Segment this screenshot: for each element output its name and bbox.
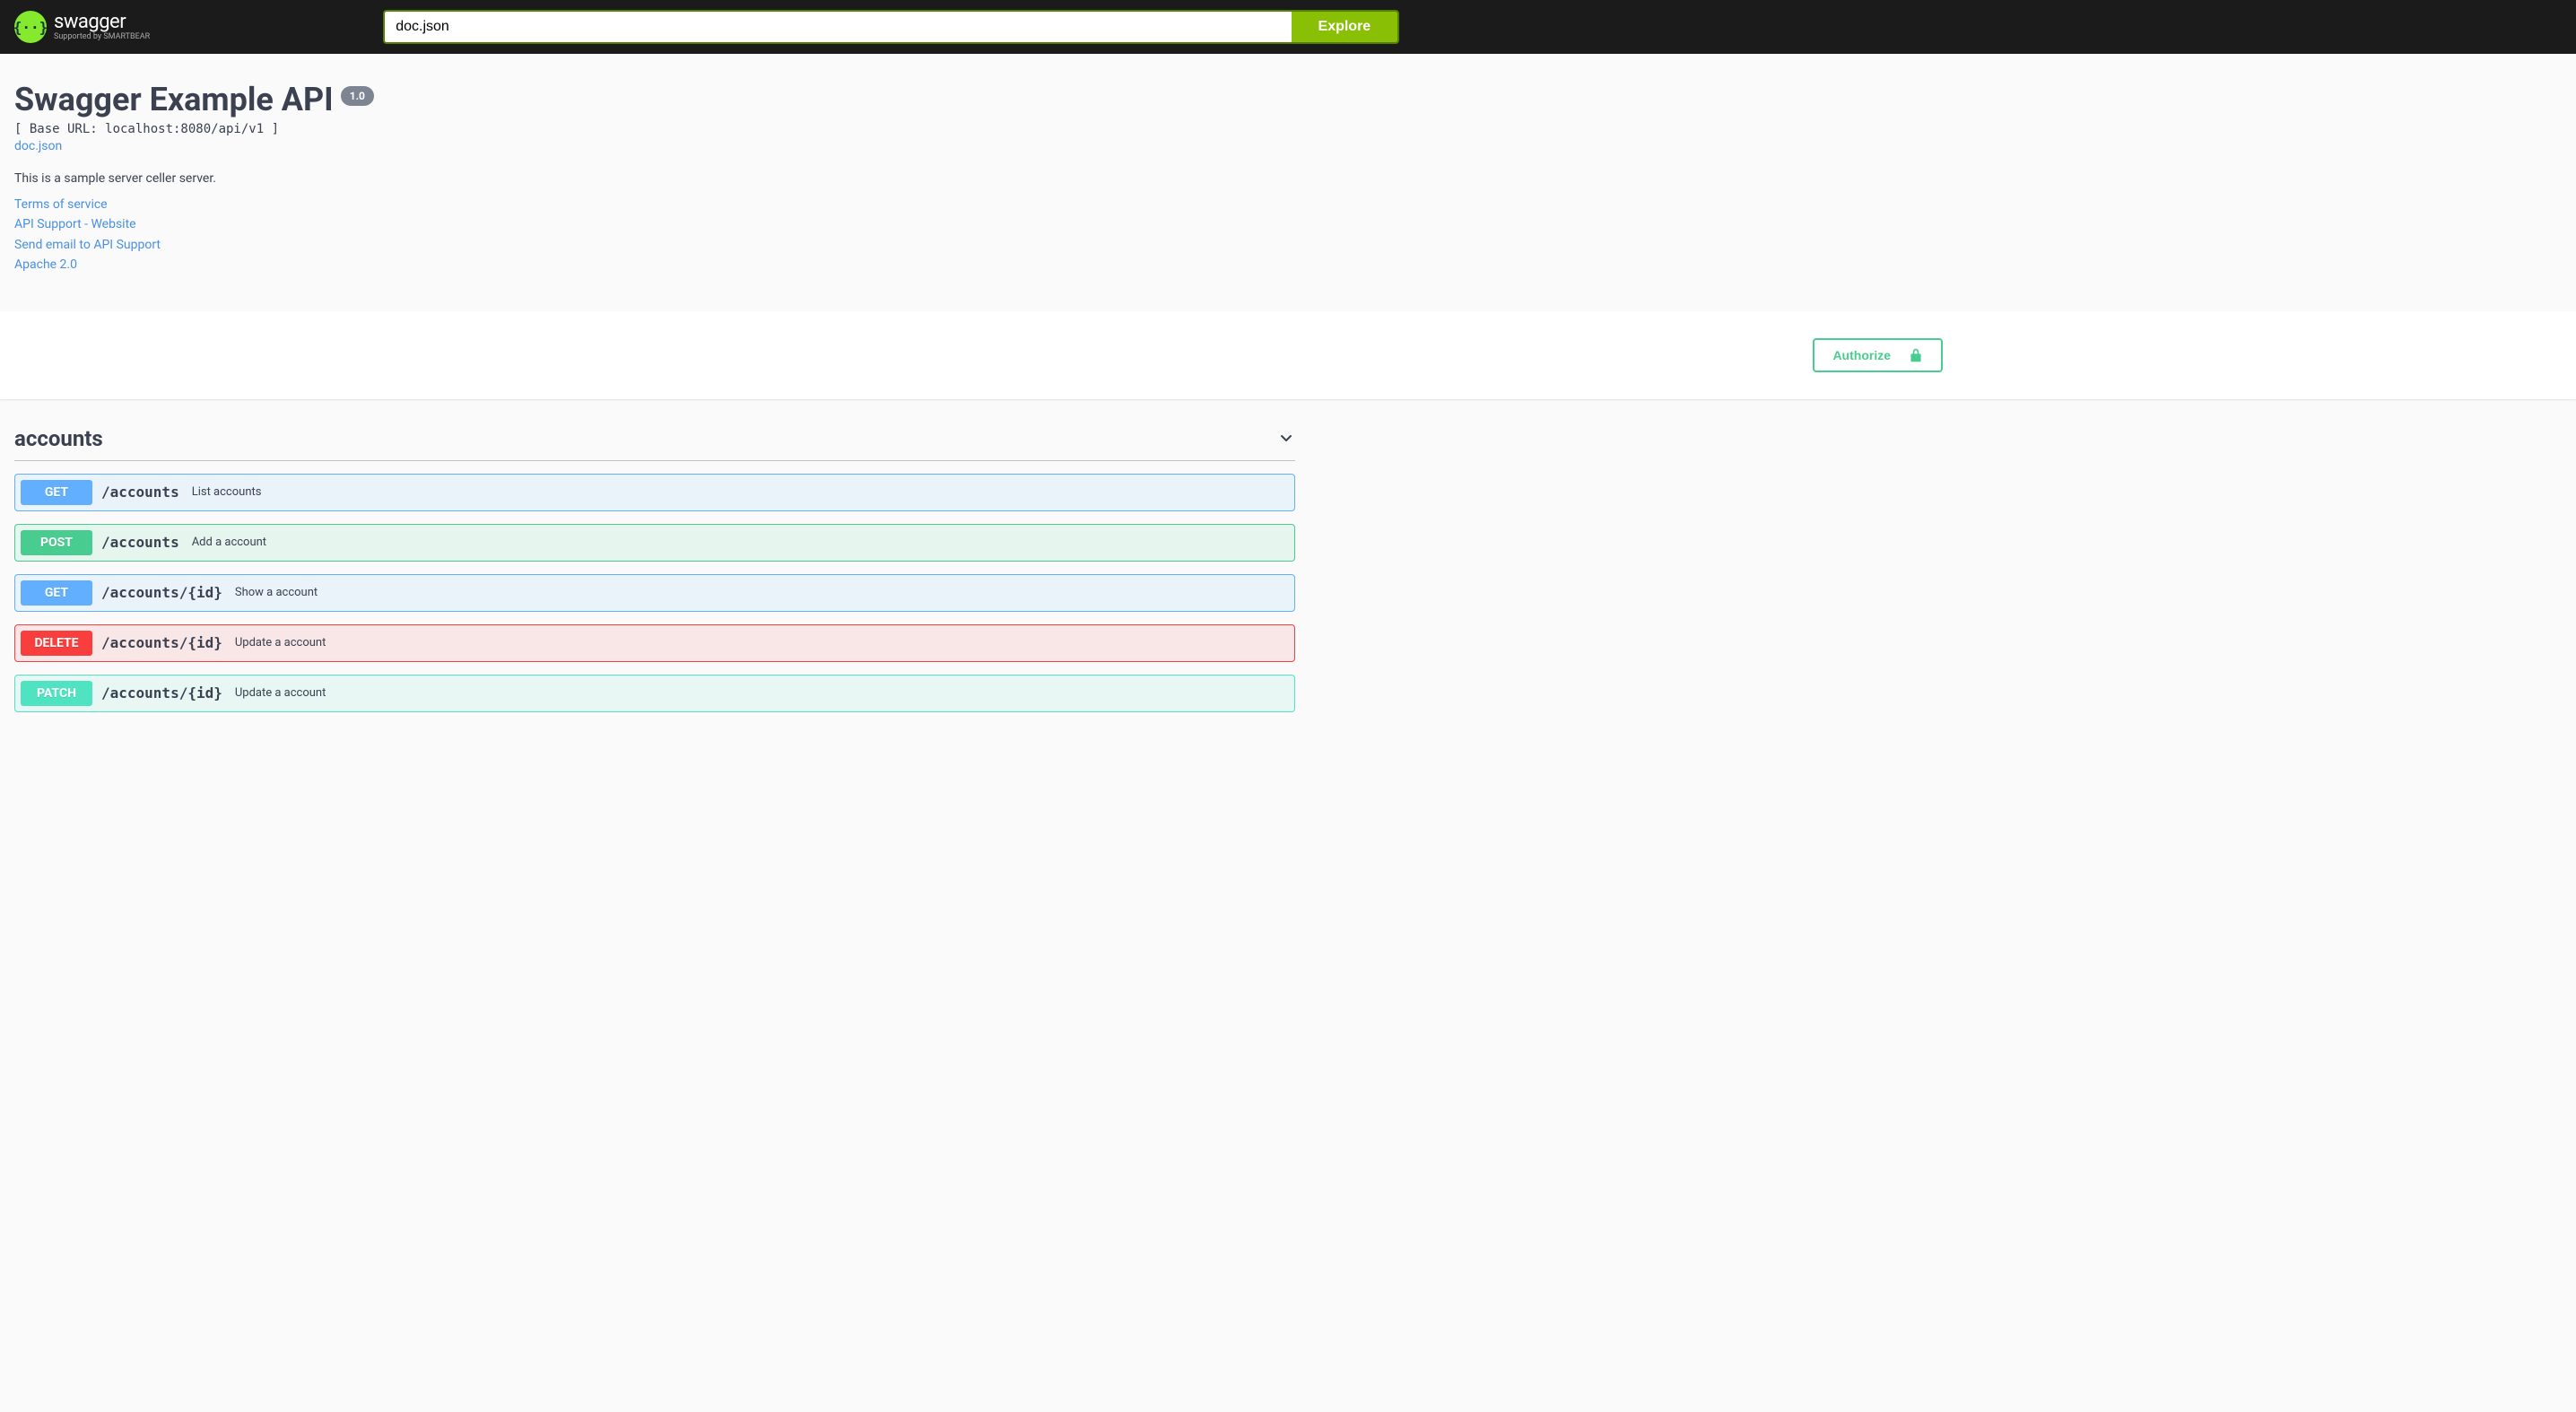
- operation-path: /accounts: [101, 534, 179, 551]
- base-url: [ Base URL: localhost:8080/api/v1 ]: [14, 122, 1295, 136]
- operation-summary: List accounts: [192, 485, 262, 499]
- tag-name: accounts: [14, 426, 103, 451]
- method-badge: GET: [21, 480, 92, 505]
- license-link[interactable]: Apache 2.0: [14, 255, 1295, 275]
- title-row: Swagger Example API 1.0: [14, 81, 1295, 118]
- operation-summary: Show a account: [235, 586, 318, 599]
- method-badge: DELETE: [21, 631, 92, 656]
- authorize-button[interactable]: Authorize: [1813, 338, 1943, 372]
- operation-summary: Add a account: [192, 536, 266, 549]
- swagger-logo-icon: {··}: [14, 11, 47, 43]
- operation-summary: Update a account: [235, 686, 326, 700]
- operation-summary: Update a account: [235, 636, 326, 649]
- operations-section: accounts GET/accounts List accounts POST/a…: [0, 399, 1310, 730]
- chevron-down-icon: [1277, 430, 1295, 448]
- doc-json-link[interactable]: doc.json: [14, 139, 62, 153]
- version-badge: 1.0: [341, 86, 374, 106]
- operation-row[interactable]: DELETE/accounts/{id} Update a account: [14, 624, 1295, 662]
- contact-website-link[interactable]: API Support - Website: [14, 214, 1295, 234]
- spec-url-input[interactable]: [385, 12, 1291, 42]
- logo[interactable]: {··} swagger Supported by SMARTBEAR: [14, 11, 150, 43]
- operation-row[interactable]: POST/accounts Add a account: [14, 524, 1295, 562]
- method-badge: PATCH: [21, 681, 92, 706]
- method-badge: POST: [21, 530, 92, 555]
- spec-url-form: Explore: [383, 10, 1399, 44]
- operation-path: /accounts/{id}: [101, 684, 222, 702]
- api-description: This is a sample server celler server.: [14, 171, 1295, 186]
- logo-subtext: Supported by SMARTBEAR: [54, 33, 150, 42]
- authorize-label: Authorize: [1832, 348, 1891, 362]
- api-title: Swagger Example API: [14, 81, 334, 118]
- operation-path: /accounts: [101, 484, 179, 501]
- tag-accounts[interactable]: accounts: [14, 417, 1295, 461]
- topbar: {··} swagger Supported by SMARTBEAR Expl…: [0, 0, 2576, 54]
- operation-row[interactable]: GET/accounts List accounts: [14, 474, 1295, 511]
- info-section: Swagger Example API 1.0 [ Base URL: loca…: [0, 54, 1310, 311]
- explore-button[interactable]: Explore: [1292, 12, 1398, 42]
- contact-email-link[interactable]: Send email to API Support: [14, 235, 1295, 255]
- operation-row[interactable]: GET/accounts/{id} Show a account: [14, 574, 1295, 612]
- operation-path: /accounts/{id}: [101, 634, 222, 651]
- operation-row[interactable]: PATCH/accounts/{id} Update a account: [14, 675, 1295, 712]
- logo-main: swagger: [54, 12, 150, 33]
- logo-text: swagger Supported by SMARTBEAR: [54, 12, 150, 42]
- info-links: Terms of service API Support - Website S…: [14, 195, 1295, 275]
- operation-path: /accounts/{id}: [101, 584, 222, 601]
- lock-icon: [1909, 347, 1923, 363]
- scheme-container: Authorize: [0, 311, 2576, 399]
- terms-of-service-link[interactable]: Terms of service: [14, 195, 1295, 214]
- method-badge: GET: [21, 580, 92, 606]
